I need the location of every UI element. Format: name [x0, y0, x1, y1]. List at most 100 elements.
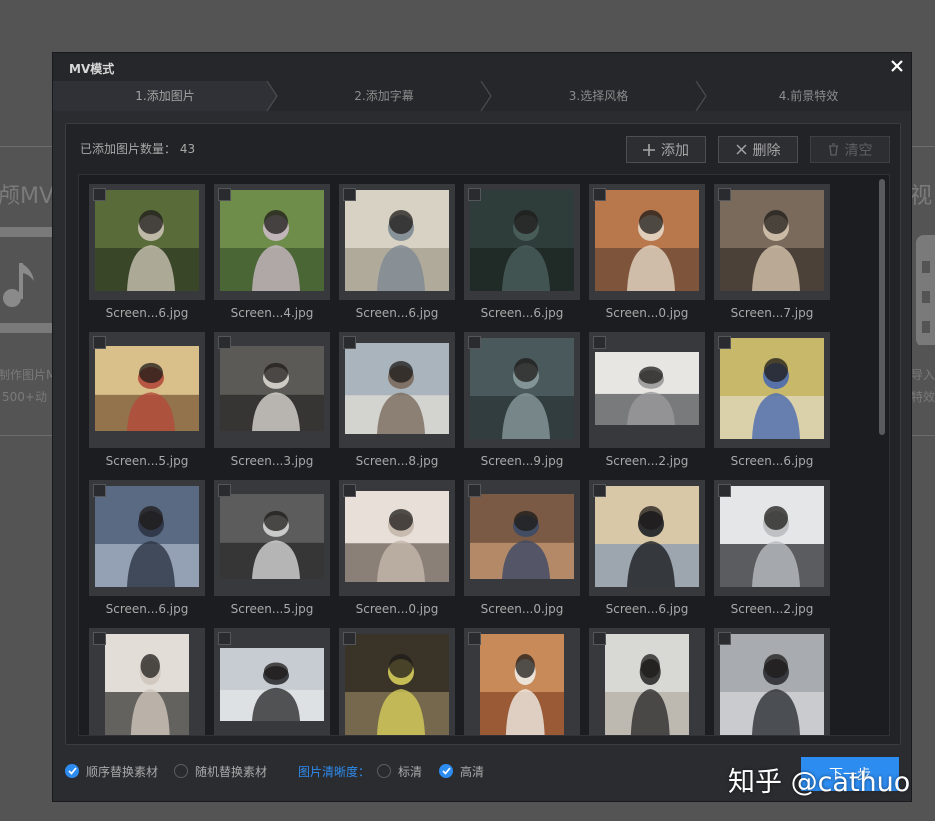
background-text-left-2: 500+动 [2, 390, 47, 404]
thumbnail-checkbox[interactable] [593, 484, 606, 497]
thumbnail-card[interactable] [339, 184, 455, 300]
thumbnail-caption: Screen...6.jpg [480, 306, 564, 320]
thumbnail-image [220, 494, 324, 579]
add-button[interactable]: 添加 [626, 136, 706, 163]
background-title-right: 视 [910, 184, 933, 209]
thumbnail-checkbox[interactable] [218, 632, 231, 645]
random-replace-option[interactable]: 随机替换素材 [174, 763, 267, 779]
thumbnail-card[interactable] [89, 332, 205, 448]
thumbnail-card[interactable] [89, 628, 205, 735]
thumbnail-caption: Screen...6.jpg [355, 306, 439, 320]
close-button[interactable] [887, 56, 907, 76]
thumbnail-caption: Screen...5.jpg [105, 454, 189, 468]
standard-quality-option[interactable]: 标清 [377, 763, 422, 779]
clear-button[interactable]: 清空 [810, 136, 890, 163]
thumbnail-checkbox[interactable] [718, 336, 731, 349]
thumbnail-caption: Screen...5.jpg [230, 602, 314, 616]
thumbnail-card[interactable] [214, 332, 330, 448]
thumbnail-caption: Screen...6.jpg [105, 306, 189, 320]
thumbnail-checkbox[interactable] [218, 188, 231, 201]
sequential-replace-option[interactable]: 顺序替换素材 [65, 763, 158, 779]
thumbnail-checkbox[interactable] [468, 484, 481, 497]
thumbnail-card[interactable] [464, 480, 580, 596]
thumbnail-card[interactable] [214, 628, 330, 735]
thumbnail-checkbox[interactable] [93, 188, 106, 201]
background-text-right-1: 导入 [911, 368, 935, 382]
thumbnail-image [345, 634, 449, 735]
thumbnail-caption: Screen...2.jpg [605, 454, 689, 468]
step-3: 3.选择风格 [568, 89, 629, 103]
thumbnail-checkbox[interactable] [93, 632, 106, 645]
plus-icon [643, 143, 655, 156]
add-button-label: 添加 [661, 142, 689, 159]
thumbnail-checkbox[interactable] [468, 336, 481, 349]
thumbnail-checkbox[interactable] [468, 632, 481, 645]
thumbnail-image [595, 352, 699, 425]
thumbnail-checkbox[interactable] [218, 336, 231, 349]
thumbnail-card[interactable] [714, 332, 830, 448]
thumbnail-card[interactable] [214, 184, 330, 300]
thumbnail-image [105, 634, 189, 735]
thumbnail-card[interactable] [464, 628, 580, 735]
thumbnail-image [345, 190, 449, 291]
thumbnail-card[interactable] [464, 332, 580, 448]
delete-button[interactable]: 删除 [718, 136, 798, 163]
thumbnail-checkbox[interactable] [93, 484, 106, 497]
thumbnail-caption: Screen...0.jpg [355, 602, 439, 616]
thumbnail-card[interactable] [464, 184, 580, 300]
thumbnail-card[interactable] [589, 184, 705, 300]
thumbnail-card[interactable] [714, 184, 830, 300]
thumbnail-caption: Screen...6.jpg [730, 454, 814, 468]
thumbnail-checkbox[interactable] [93, 336, 106, 349]
scrollbar-thumb[interactable] [879, 179, 885, 435]
thumbnail-checkbox[interactable] [343, 336, 356, 349]
standard-quality-label: 标清 [398, 764, 423, 779]
thumbnail-caption: Screen...0.jpg [480, 602, 564, 616]
thumbnail-card[interactable] [89, 184, 205, 300]
thumbnail-checkbox[interactable] [593, 336, 606, 349]
high-quality-label: 高清 [460, 764, 485, 779]
thumbnail-image [220, 190, 324, 291]
thumbnail-checkbox[interactable] [343, 484, 356, 497]
thumbnail-image [605, 634, 689, 735]
thumbnail-card[interactable] [339, 332, 455, 448]
thumbnail-checkbox[interactable] [718, 484, 731, 497]
thumbnail-image [95, 190, 199, 291]
thumbnail-card[interactable] [589, 628, 705, 735]
thumbnail-image [345, 343, 449, 434]
thumbnail-image [220, 346, 324, 431]
thumbnail-image [470, 338, 574, 439]
standard-quality-radio[interactable] [377, 764, 391, 778]
random-replace-radio[interactable] [174, 764, 188, 778]
thumbnail-checkbox[interactable] [468, 188, 481, 201]
thumbnail-checkbox[interactable] [593, 188, 606, 201]
clear-button-label: 清空 [844, 142, 873, 159]
thumbnail-card[interactable] [589, 480, 705, 596]
delete-button-label: 删除 [752, 142, 781, 159]
thumbnail-checkbox[interactable] [718, 632, 731, 645]
thumbnail-checkbox[interactable] [718, 188, 731, 201]
background-text-left-1: 制作图片M [0, 368, 57, 382]
thumbnail-card[interactable] [214, 480, 330, 596]
step-2: 2.添加字幕 [354, 89, 414, 103]
thumbnail-card[interactable] [339, 628, 455, 735]
close-icon [736, 144, 746, 155]
thumbnail-checkbox[interactable] [343, 188, 356, 201]
thumbnail-card[interactable] [339, 480, 455, 596]
thumbnail-checkbox[interactable] [343, 632, 356, 645]
thumbnail-image [220, 648, 324, 721]
thumbnail-card[interactable] [89, 480, 205, 596]
high-quality-option[interactable]: 高清 [439, 763, 484, 779]
thumbnail-card[interactable] [714, 480, 830, 596]
thumbnail-checkbox[interactable] [218, 484, 231, 497]
image-panel: 已添加图片数量： 43 添加 删除 清空 Screen...6.jpg Scree… [65, 123, 901, 745]
high-quality-radio[interactable] [439, 764, 453, 778]
sequential-replace-radio[interactable] [65, 764, 79, 778]
thumbnail-caption: Screen...2.jpg [730, 602, 814, 616]
step-4: 4.前景特效 [778, 89, 839, 103]
thumbnail-card[interactable] [589, 332, 705, 448]
thumbnail-card[interactable] [714, 628, 830, 735]
thumbnail-checkbox[interactable] [593, 632, 606, 645]
thumbnail-caption: Screen...9.jpg [480, 454, 564, 468]
thumbnail-image [470, 190, 574, 291]
